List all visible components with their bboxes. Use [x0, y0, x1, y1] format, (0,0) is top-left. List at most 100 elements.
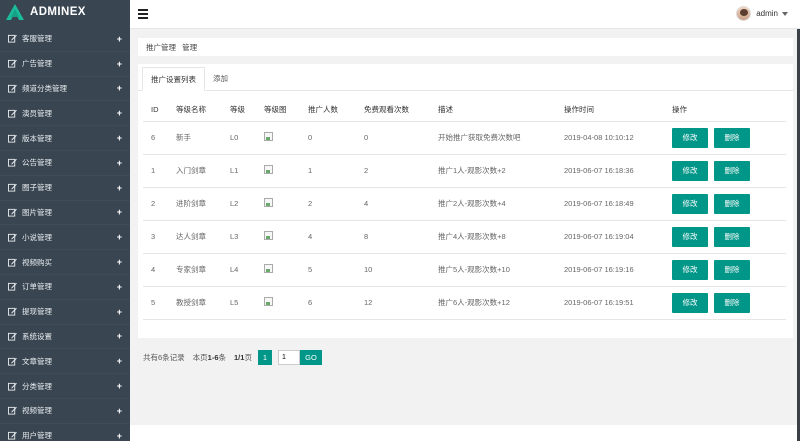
page-range-suffix: 条	[218, 353, 227, 362]
edit-icon	[8, 332, 18, 341]
cell-level-name: 进阶剑章	[168, 187, 222, 221]
cell-id: 6	[143, 121, 168, 155]
cell-description: 开始推广获取免费次数吧	[430, 121, 556, 155]
sidebar-item[interactable]: 版本管理 +	[0, 126, 130, 151]
column-header: 免费观看次数	[356, 99, 430, 122]
cell-id: 3	[143, 220, 168, 254]
avatar	[736, 6, 752, 21]
cell-time: 2019-06-07 16:19:04	[556, 220, 664, 254]
cell-level: L3	[222, 220, 256, 254]
edit-button[interactable]: 修改	[672, 226, 708, 247]
sidebar-item-label: 客服管理	[22, 34, 52, 44]
sidebar-item-label: 圈子管理	[22, 183, 52, 193]
cell-id: 4	[143, 253, 168, 287]
cell-actions: 修改 删除	[664, 220, 786, 254]
sidebar-item[interactable]: 视频购买 +	[0, 250, 130, 275]
cell-level-image	[256, 154, 300, 188]
sidebar-item[interactable]: 分类管理 +	[0, 374, 130, 399]
cell-time: 2019-06-07 16:19:51	[556, 286, 664, 320]
cell-free-views: 8	[356, 220, 430, 254]
table-header-row: ID 等级名称 等级 等级图 推广人数 免费观看次数 描述 操作时间 操作	[143, 99, 786, 122]
sidebar-item[interactable]: 文章管理 +	[0, 349, 130, 375]
sidebar-item[interactable]: 公告管理 +	[0, 151, 130, 176]
user-menu[interactable]: admin	[736, 6, 788, 21]
cell-level-name: 专家剑章	[168, 253, 222, 287]
sidebar-item[interactable]: 演员管理 +	[0, 101, 130, 127]
sidebar-item[interactable]: 客服管理 +	[0, 27, 130, 52]
page-button-1[interactable]: 1	[257, 350, 272, 365]
logo-icon	[6, 4, 24, 20]
edit-icon	[8, 183, 18, 192]
delete-button[interactable]: 删除	[714, 160, 750, 181]
sidebar-item-label: 视频购买	[22, 257, 52, 267]
sidebar-menu: 客服管理 + 广告管理 + 频道分类管理 + 演员管理 + 版本管理 + 公告管理 + 圈子管理 + 图片管…	[0, 27, 130, 441]
broken-image-icon	[264, 198, 273, 207]
delete-button[interactable]: 删除	[714, 127, 750, 148]
expand-icon: +	[116, 33, 122, 44]
edit-icon	[8, 431, 18, 440]
page-jump-input[interactable]	[277, 350, 300, 365]
go-button[interactable]: GO	[299, 350, 322, 365]
cell-promotion-count: 0	[300, 121, 356, 155]
column-header: 等级图	[256, 99, 300, 122]
cell-actions: 修改 删除	[664, 154, 786, 188]
sidebar-item[interactable]: 用户管理 +	[0, 424, 130, 441]
sidebar-item[interactable]: 小说管理 +	[0, 225, 130, 251]
broken-image-icon	[264, 297, 273, 306]
page-count-suffix: 页	[244, 353, 252, 362]
cell-actions: 修改 删除	[664, 187, 786, 221]
cell-actions: 修改 删除	[664, 253, 786, 287]
edit-button[interactable]: 修改	[672, 193, 708, 214]
cell-actions: 修改 删除	[664, 286, 786, 320]
promotion-table: ID 等级名称 等级 等级图 推广人数 免费观看次数 描述 操作时间 操作 6 新手 L0 0 0 开始推…	[143, 99, 786, 320]
delete-button[interactable]: 删除	[714, 259, 750, 280]
tab-add[interactable]: 添加	[205, 66, 236, 90]
expand-icon: +	[116, 133, 122, 144]
edit-button[interactable]: 修改	[672, 259, 708, 280]
chevron-down-icon	[782, 11, 788, 16]
menu-toggle-icon[interactable]	[138, 9, 148, 19]
sidebar-item-label: 提现管理	[22, 307, 52, 317]
column-header: 推广人数	[300, 99, 356, 122]
edit-button[interactable]: 修改	[672, 292, 708, 313]
cell-free-views: 2	[356, 154, 430, 188]
sidebar-item[interactable]: 系统设置 +	[0, 325, 130, 350]
cell-promotion-count: 2	[300, 187, 356, 221]
expand-icon: +	[116, 257, 122, 268]
sidebar-item[interactable]: 订单管理 +	[0, 275, 130, 300]
column-header: 操作时间	[556, 99, 664, 122]
cell-level-image	[256, 220, 300, 254]
sidebar-item[interactable]: 频道分类管理 +	[0, 77, 130, 102]
edit-button[interactable]: 修改	[672, 160, 708, 181]
delete-button[interactable]: 删除	[714, 292, 750, 313]
brand[interactable]: ADMINEX	[0, 0, 130, 24]
cell-actions: 修改 删除	[664, 121, 786, 155]
column-header: 等级名称	[168, 99, 222, 122]
expand-icon: +	[116, 232, 122, 243]
expand-icon: +	[116, 182, 122, 193]
sidebar-item[interactable]: 提现管理 +	[0, 300, 130, 325]
edit-button[interactable]: 修改	[672, 127, 708, 148]
sidebar-item-label: 订单管理	[22, 282, 52, 292]
table-row: 5 教授剑章 L5 6 12 推广6人-观影次数+12 2019-06-07 16:19:5…	[143, 286, 786, 320]
cell-promotion-count: 5	[300, 253, 356, 287]
tab-list[interactable]: 推广设置列表	[142, 67, 205, 91]
cell-description: 推广1人-观影次数+2	[430, 154, 556, 188]
expand-icon: +	[116, 207, 122, 218]
breadcrumb-item-current: 管理	[182, 42, 198, 52]
sidebar-item[interactable]: 图片管理 +	[0, 201, 130, 226]
cell-free-views: 10	[356, 253, 430, 287]
table-row: 6 新手 L0 0 0 开始推广获取免费次数吧 2019-04-08 10:10:12 修改删…	[143, 121, 786, 155]
sidebar-item[interactable]: 圈子管理 +	[0, 176, 130, 201]
sidebar-item[interactable]: 广告管理 +	[0, 52, 130, 77]
edit-icon	[8, 59, 18, 68]
delete-button[interactable]: 删除	[714, 226, 750, 247]
delete-button[interactable]: 删除	[714, 193, 750, 214]
sidebar-item-label: 图片管理	[22, 207, 52, 217]
content-card: 推广设置列表 添加 ID 等级名称 等级 等级图 推广人数 免费观看次数 描述 操作时间 操作 …	[138, 64, 793, 338]
sidebar-item-label: 广告管理	[22, 59, 52, 69]
cell-level-image	[256, 121, 300, 155]
sidebar-item[interactable]: 视频管理 +	[0, 399, 130, 424]
sidebar-item-label: 版本管理	[22, 133, 52, 143]
breadcrumb-item-parent[interactable]: 推广管理	[146, 42, 176, 53]
